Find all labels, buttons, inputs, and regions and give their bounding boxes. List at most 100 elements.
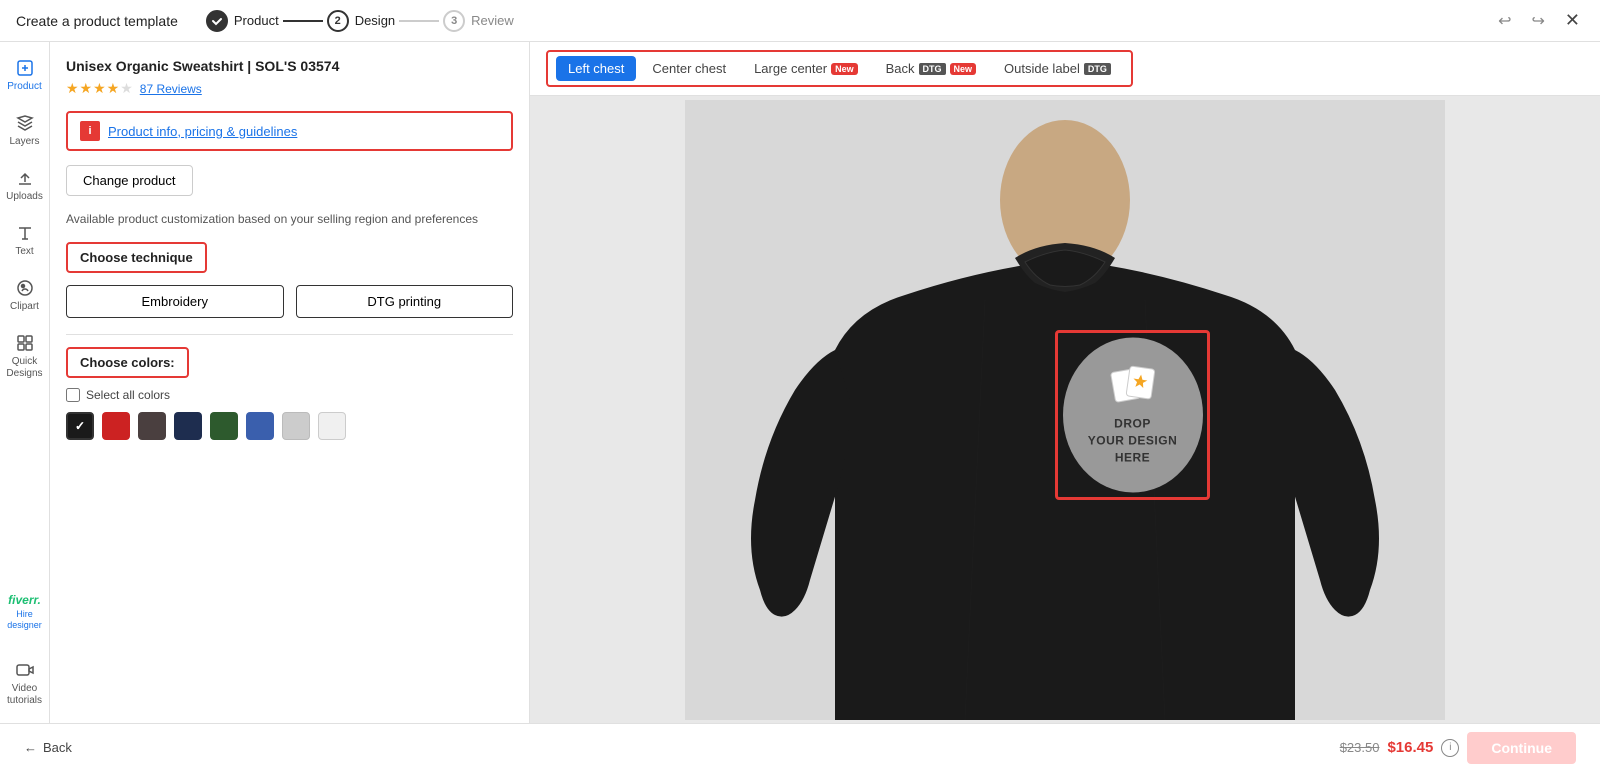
undo-button[interactable]: ↩	[1494, 7, 1515, 35]
step-design: 2 Design	[327, 10, 395, 32]
select-all-row: Select all colors	[66, 388, 513, 402]
step-line-2	[399, 20, 439, 22]
product-icon	[15, 58, 35, 78]
icon-sidebar: Product Layers Uploads Text	[0, 42, 50, 723]
product-panel: Unisex Organic Sweatshirt | SOL'S 03574 …	[50, 42, 530, 723]
steps-indicator: Product 2 Design 3 Review	[206, 10, 514, 32]
embroidery-button[interactable]: Embroidery	[66, 285, 284, 318]
technique-buttons: Embroidery DTG printing	[66, 285, 513, 318]
tab-large-center-label: Large center	[754, 61, 827, 76]
original-price: $23.50	[1340, 740, 1380, 755]
color-green[interactable]	[210, 412, 238, 440]
step-2-label: Design	[355, 13, 395, 28]
tab-outside-label-label: Outside label	[1004, 61, 1080, 76]
video-icon	[15, 660, 35, 680]
star-rating: ★★★★★	[66, 80, 134, 97]
clipart-icon	[15, 278, 35, 298]
sidebar-label-uploads: Uploads	[6, 191, 43, 203]
sidebar-item-layers[interactable]: Layers	[0, 105, 49, 156]
tab-center-chest[interactable]: Center chest	[640, 56, 738, 81]
change-product-button[interactable]: Change product	[66, 165, 193, 196]
select-all-checkbox[interactable]	[66, 388, 80, 402]
sweatshirt-mockup: DROP YOUR DESIGN HERE	[685, 100, 1445, 720]
sidebar-item-text[interactable]: Text	[0, 215, 49, 266]
step-2-number: 2	[335, 15, 341, 27]
top-bar-left: Create a product template Product 2 Desi…	[16, 10, 514, 32]
product-info-box[interactable]: i Product info, pricing & guidelines	[66, 111, 513, 151]
placement-tabs-container: Left chest Center chest Large center New…	[530, 42, 1600, 96]
color-darkgray[interactable]	[138, 412, 166, 440]
back-button[interactable]: ← Back	[24, 740, 72, 755]
color-navy[interactable]	[174, 412, 202, 440]
sidebar-label-text: Text	[15, 246, 33, 258]
product-description: Available product customization based on…	[66, 210, 513, 228]
step-3-label: Review	[471, 13, 514, 28]
top-bar-right: ↩ ↪ ✕	[1494, 6, 1584, 35]
step-line-1	[283, 20, 323, 22]
step-3-number: 3	[451, 15, 457, 27]
sidebar-item-clipart[interactable]: Clipart	[0, 270, 49, 321]
quick-designs-icon	[15, 333, 35, 353]
main-layout: Product Layers Uploads Text	[0, 42, 1600, 723]
sidebar-label-clipart: Clipart	[10, 301, 39, 313]
close-button[interactable]: ✕	[1561, 6, 1584, 35]
step-2-circle: 2	[327, 10, 349, 32]
layers-icon	[15, 113, 35, 133]
fiverr-hire-label: Hire designer	[7, 609, 42, 632]
rating-row: ★★★★★ 87 Reviews	[66, 80, 513, 97]
color-white[interactable]	[318, 412, 346, 440]
back-arrow-icon: ←	[24, 740, 37, 755]
tab-large-center[interactable]: Large center New	[742, 56, 870, 81]
product-name: Unisex Organic Sweatshirt | SOL'S 03574	[66, 58, 513, 74]
drop-zone[interactable]: DROP YOUR DESIGN HERE	[1055, 330, 1210, 500]
bottom-bar: ← Back $23.50 $16.45 i Continue	[0, 723, 1600, 771]
sale-price: $16.45	[1387, 739, 1433, 756]
reviews-link[interactable]: 87 Reviews	[140, 82, 202, 96]
sidebar-label-product: Product	[7, 81, 41, 93]
back-dtg-badge: DTG	[919, 63, 946, 75]
page-title: Create a product template	[16, 13, 178, 29]
divider	[66, 334, 513, 335]
info-icon: i	[80, 121, 100, 141]
step-product: Product	[206, 10, 279, 32]
sidebar-label-layers: Layers	[9, 136, 39, 148]
sidebar-label-video: Video tutorials	[4, 683, 45, 707]
step-3-circle: 3	[443, 10, 465, 32]
fiverr-logo: fiverr.	[8, 593, 41, 607]
color-black[interactable]: ✓	[66, 412, 94, 440]
color-blue[interactable]	[246, 412, 274, 440]
tab-left-chest[interactable]: Left chest	[556, 56, 636, 81]
sidebar-item-product[interactable]: Product	[0, 50, 49, 101]
continue-button[interactable]: Continue	[1467, 732, 1576, 764]
color-swatches: ✓	[66, 412, 513, 440]
color-red[interactable]	[102, 412, 130, 440]
redo-button[interactable]: ↪	[1528, 7, 1549, 35]
tab-center-chest-label: Center chest	[652, 61, 726, 76]
drop-zone-inner: DROP YOUR DESIGN HERE	[1063, 337, 1203, 492]
price-info-button[interactable]: i	[1441, 739, 1459, 757]
dtg-button[interactable]: DTG printing	[296, 285, 514, 318]
canvas-wrapper: DROP YOUR DESIGN HERE	[530, 96, 1600, 723]
back-new-badge: New	[950, 63, 977, 75]
canvas-area: Left chest Center chest Large center New…	[530, 42, 1600, 723]
sidebar-item-quick-designs[interactable]: Quick Designs	[0, 325, 49, 388]
color-lightgray[interactable]	[282, 412, 310, 440]
drop-zone-text: DROP YOUR DESIGN HERE	[1088, 416, 1178, 466]
price-section: $23.50 $16.45 i Continue	[1340, 732, 1576, 764]
step-1-circle	[206, 10, 228, 32]
sidebar-item-uploads[interactable]: Uploads	[0, 160, 49, 211]
fiverr-section[interactable]: fiverr. Hire designer	[3, 585, 46, 640]
select-all-label: Select all colors	[86, 388, 170, 402]
product-info-link[interactable]: Product info, pricing & guidelines	[108, 124, 297, 139]
tab-back-label: Back	[886, 61, 915, 76]
step-review: 3 Review	[443, 10, 514, 32]
choose-technique-label: Choose technique	[66, 242, 207, 273]
sidebar-label-quick-designs: Quick Designs	[4, 356, 45, 380]
uploads-icon	[15, 168, 35, 188]
sidebar-item-video[interactable]: Video tutorials	[0, 652, 49, 715]
choose-colors-label: Choose colors:	[66, 347, 189, 378]
tab-back[interactable]: Back DTG New	[874, 56, 988, 81]
back-label: Back	[43, 740, 72, 755]
outside-label-dtg-badge: DTG	[1084, 63, 1111, 75]
tab-outside-label[interactable]: Outside label DTG	[992, 56, 1123, 81]
